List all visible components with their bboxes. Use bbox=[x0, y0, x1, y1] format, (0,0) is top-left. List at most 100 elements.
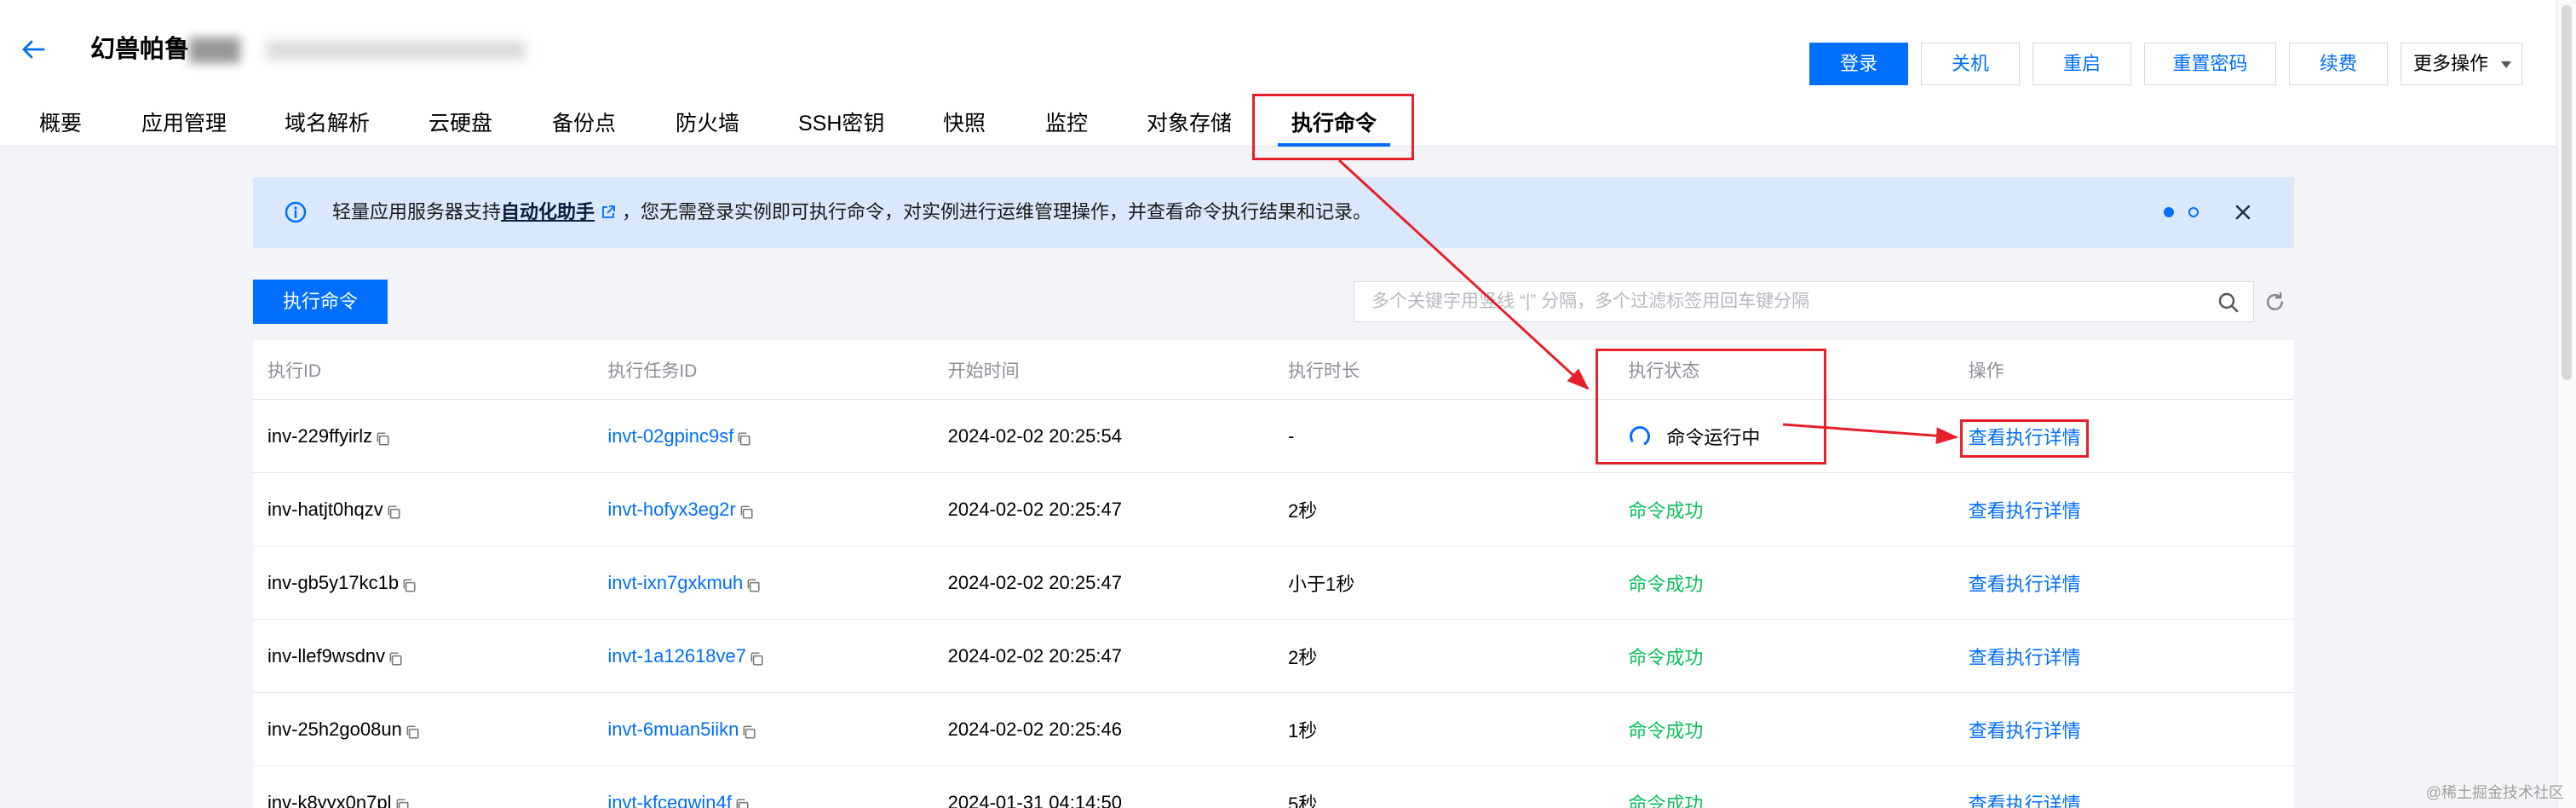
view-details-link[interactable]: 查看执行详情 bbox=[1969, 789, 2081, 808]
copy-icon[interactable] bbox=[375, 431, 390, 447]
tab-monitoring[interactable]: 监控 bbox=[1045, 109, 1088, 138]
table-row: inv-hatjt0hqzv invt-hofyx3eg2r 2024-02-0… bbox=[253, 473, 2294, 546]
reset-password-button[interactable]: 重置密码 bbox=[2144, 43, 2276, 85]
command-history-table: 执行ID 执行任务ID 开始时间 执行时长 执行状态 操作 inv-229ffy… bbox=[253, 340, 2294, 808]
task-id-link[interactable]: invt-02gpinc9sf bbox=[607, 425, 733, 447]
column-exec-id: 执行ID bbox=[267, 361, 321, 381]
duration: 2秒 bbox=[1287, 646, 1318, 668]
tab-app-management[interactable]: 应用管理 bbox=[141, 109, 227, 138]
cell-duration: 2秒 bbox=[1274, 473, 1613, 545]
status-text: 命令运行中 bbox=[1666, 426, 1761, 448]
restart-button[interactable]: 重启 bbox=[2033, 43, 2131, 85]
more-actions-label: 更多操作 bbox=[2413, 53, 2489, 74]
duration: 1秒 bbox=[1287, 719, 1318, 742]
search-input[interactable] bbox=[1354, 282, 2189, 321]
cell-status: 命令成功 bbox=[1613, 546, 1953, 619]
cell-start-time: 2024-02-02 20:25:47 bbox=[934, 620, 1274, 692]
copy-icon[interactable] bbox=[401, 578, 417, 593]
tab-firewall[interactable]: 防火墙 bbox=[676, 109, 739, 138]
cell-status: 命令成功 bbox=[1613, 473, 1953, 545]
tab-overview[interactable]: 概要 bbox=[39, 109, 82, 138]
carousel-dot-active[interactable] bbox=[2164, 207, 2174, 217]
external-link-icon[interactable] bbox=[600, 204, 617, 221]
tab-domain[interactable]: 域名解析 bbox=[285, 109, 370, 138]
login-button[interactable]: 登录 bbox=[1809, 43, 1908, 85]
copy-icon[interactable] bbox=[386, 505, 401, 520]
chevron-down-icon bbox=[2501, 61, 2511, 68]
exec-id: inv-hatjt0hqzv bbox=[267, 498, 383, 520]
redacted-blur bbox=[189, 38, 240, 63]
tab-object-storage[interactable]: 对象存储 bbox=[1147, 109, 1232, 138]
table-header: 执行ID 执行任务ID 开始时间 执行时长 执行状态 操作 bbox=[253, 340, 2294, 400]
view-details-link[interactable]: 查看执行详情 bbox=[1969, 643, 2081, 670]
table-row: inv-k8yyx0n7pl invt-kfceqwin4f 2024-01-3… bbox=[253, 766, 2294, 808]
more-actions-dropdown[interactable]: 更多操作 bbox=[2401, 43, 2522, 85]
banner-text-before: 轻量应用服务器支持 bbox=[332, 201, 502, 222]
cell-status: 命令成功 bbox=[1613, 693, 1953, 765]
table-row: inv-gb5y17kc1b invt-ixn7gxkmuh 2024-02-0… bbox=[253, 546, 2294, 620]
watermark: @稀土掘金技术社区 bbox=[2425, 784, 2564, 801]
copy-icon[interactable] bbox=[388, 651, 403, 667]
copy-icon[interactable] bbox=[749, 651, 764, 667]
tab-run-command[interactable]: 执行命令 bbox=[1277, 109, 1391, 147]
view-details-link[interactable]: 查看执行详情 bbox=[1969, 423, 2081, 450]
cell-duration: - bbox=[1274, 400, 1613, 472]
arrow-left-icon[interactable] bbox=[20, 37, 46, 62]
start-time: 2024-02-02 20:25:47 bbox=[947, 644, 1122, 667]
cell-status: 命令运行中 bbox=[1613, 400, 1953, 472]
refresh-icon[interactable] bbox=[2263, 291, 2286, 314]
exec-id: inv-k8yyx0n7pl bbox=[267, 791, 392, 808]
task-id-link[interactable]: invt-hofyx3eg2r bbox=[607, 499, 735, 521]
status-text: 命令成功 bbox=[1628, 719, 1704, 742]
cell-actions: 查看执行详情 bbox=[1954, 546, 2294, 619]
view-details-link[interactable]: 查看执行详情 bbox=[1969, 496, 2081, 523]
copy-icon[interactable] bbox=[394, 798, 410, 808]
tab-backup[interactable]: 备份点 bbox=[552, 109, 616, 138]
cell-actions: 查看执行详情 bbox=[1954, 473, 2294, 545]
copy-icon[interactable] bbox=[405, 724, 420, 740]
copy-icon[interactable] bbox=[745, 578, 761, 593]
banner-message: 轻量应用服务器支持 自动化助手 ，您无需登录实例即可执行命令，对实例进行运维管理… bbox=[332, 199, 1371, 225]
banner-text-after: ，您无需登录实例即可执行命令，对实例进行运维管理操作，并查看命令执行结果和记录。 bbox=[622, 201, 1372, 222]
task-id-link[interactable]: invt-6muan5iikn bbox=[607, 719, 739, 741]
cell-exec-id: inv-hatjt0hqzv bbox=[253, 473, 593, 545]
task-id-link[interactable]: invt-ixn7gxkmuh bbox=[607, 572, 743, 594]
view-details-link[interactable]: 查看执行详情 bbox=[1969, 569, 2081, 597]
search-icon[interactable] bbox=[2217, 291, 2240, 314]
start-time: 2024-02-02 20:25:47 bbox=[947, 571, 1122, 593]
cell-exec-id: inv-llef9wsdnv bbox=[253, 620, 593, 692]
run-command-button[interactable]: 执行命令 bbox=[253, 280, 388, 324]
info-circle-icon bbox=[285, 201, 307, 223]
cell-actions: 查看执行详情 bbox=[1954, 400, 2294, 472]
column-duration: 执行时长 bbox=[1287, 361, 1360, 381]
task-id-link[interactable]: invt-kfceqwin4f bbox=[607, 792, 732, 808]
renew-button[interactable]: 续费 bbox=[2289, 43, 2388, 85]
start-time: 2024-02-02 20:25:46 bbox=[947, 718, 1122, 740]
task-id-link[interactable]: invt-1a12618ve7 bbox=[607, 645, 746, 667]
start-time: 2024-02-02 20:25:54 bbox=[947, 424, 1122, 447]
close-icon[interactable] bbox=[2234, 203, 2252, 222]
carousel-dot[interactable] bbox=[2188, 207, 2199, 217]
copy-icon[interactable] bbox=[739, 505, 754, 520]
cell-exec-id: inv-k8yyx0n7pl bbox=[253, 766, 593, 808]
page-title: 幻兽帕鲁 bbox=[90, 36, 190, 63]
cell-exec-id: inv-229ffyirlz bbox=[253, 400, 593, 472]
automation-assistant-link[interactable]: 自动化助手 bbox=[501, 199, 595, 225]
tab-snapshots[interactable]: 快照 bbox=[943, 109, 986, 138]
status-text: 命令成功 bbox=[1628, 646, 1704, 668]
cell-actions: 查看执行详情 bbox=[1954, 693, 2294, 765]
duration: - bbox=[1287, 424, 1295, 447]
scrollbar-thumb[interactable] bbox=[2562, 5, 2572, 380]
cell-start-time: 2024-02-02 20:25:46 bbox=[934, 693, 1274, 765]
copy-icon[interactable] bbox=[736, 431, 751, 447]
tab-cloud-disk[interactable]: 云硬盘 bbox=[428, 109, 492, 138]
view-details-link[interactable]: 查看执行详情 bbox=[1969, 716, 2081, 743]
shutdown-button[interactable]: 关机 bbox=[1921, 43, 2020, 85]
copy-icon[interactable] bbox=[741, 724, 756, 740]
cell-duration: 2秒 bbox=[1274, 620, 1613, 692]
status-text: 命令成功 bbox=[1628, 793, 1704, 808]
cell-status: 命令成功 bbox=[1613, 620, 1953, 692]
tab-ssh-keys[interactable]: SSH密钥 bbox=[798, 109, 884, 138]
column-status: 执行状态 bbox=[1628, 361, 1700, 381]
copy-icon[interactable] bbox=[734, 798, 750, 808]
